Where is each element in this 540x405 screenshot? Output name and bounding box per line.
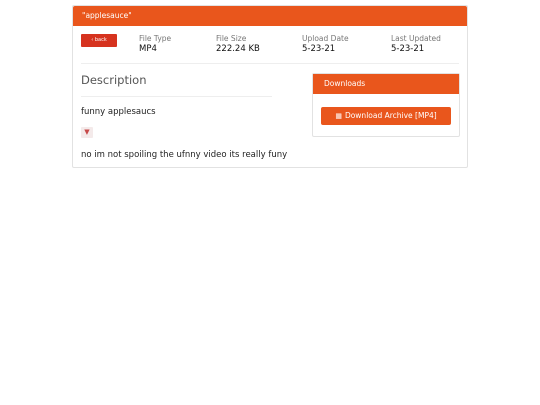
download-archive-button[interactable]: ▦ Download Archive [MP4]: [321, 107, 451, 125]
panel-title: "applesauce": [73, 6, 467, 26]
upload-date-value: 5-23-21: [302, 44, 336, 54]
downloads-heading: Downloads: [313, 74, 459, 94]
back-button[interactable]: ‹ back: [81, 34, 117, 47]
file-type-label: File Type: [139, 34, 172, 43]
divider: [81, 63, 459, 64]
file-size-field: File Size 222.24 KB: [216, 34, 260, 55]
file-size-label: File Size: [216, 34, 247, 43]
last-updated-label: Last Updated: [391, 34, 441, 43]
file-type-value: MP4: [139, 44, 157, 54]
description-note: no im not spoiling the ufnny video its r…: [81, 150, 288, 160]
description-text: funny applesaucs: [81, 107, 156, 117]
upload-date-label: Upload Date: [302, 34, 349, 43]
file-size-value: 222.24 KB: [216, 44, 260, 54]
file-type-field: File Type MP4: [139, 34, 171, 55]
downloads-box: Downloads ▦ Download Archive [MP4]: [312, 73, 460, 137]
chevron-down-icon[interactable]: ▼: [81, 127, 93, 138]
file-icon: ▦: [335, 112, 342, 120]
description-divider: [81, 96, 272, 97]
description-heading: Description: [81, 73, 147, 87]
last-updated-value: 5-23-21: [391, 44, 425, 54]
last-updated-field: Last Updated 5-23-21: [391, 34, 441, 55]
download-button-label: Download Archive [MP4]: [344, 111, 437, 120]
file-details-panel: "applesauce" ‹ back File Type MP4 File S…: [72, 5, 468, 168]
upload-date-field: Upload Date 5-23-21: [302, 34, 349, 55]
